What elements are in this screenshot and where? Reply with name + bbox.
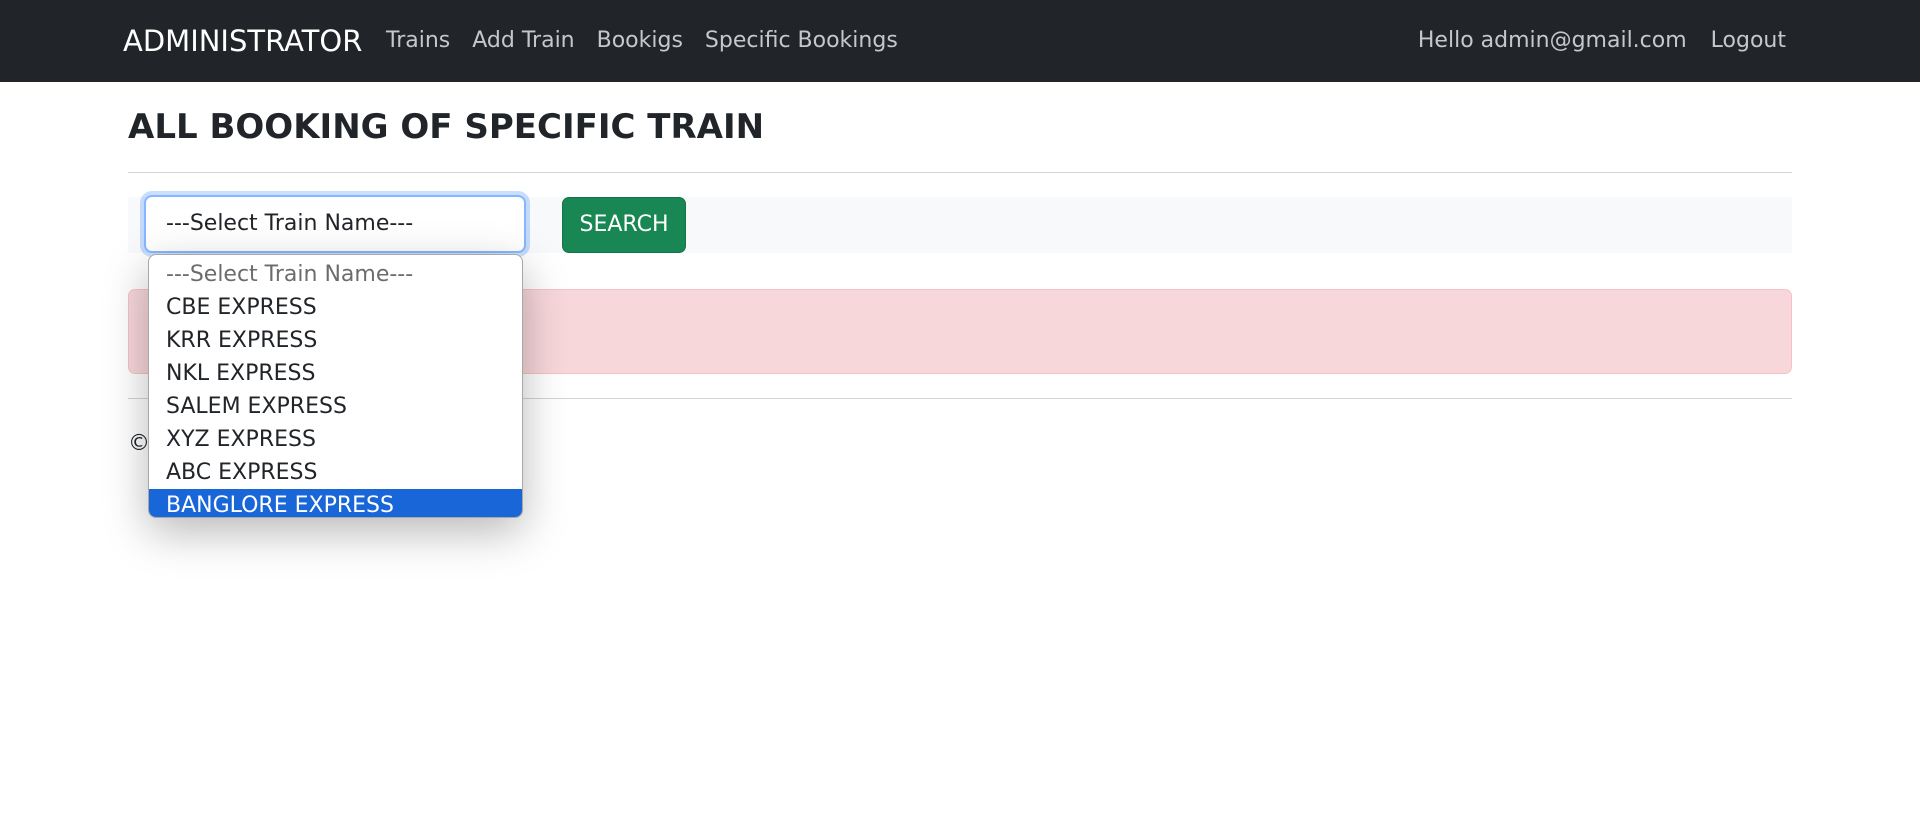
dropdown-option[interactable]: XYZ EXPRESS — [149, 423, 522, 456]
dropdown-option-highlighted[interactable]: BANGLORE EXPRESS — [149, 489, 522, 517]
divider — [128, 172, 1792, 173]
navbar: ADMINISTRATOR Trains Add Train Bookigs S… — [0, 0, 1920, 82]
dropdown-option[interactable]: NKL EXPRESS — [149, 357, 522, 390]
train-select[interactable]: ---Select Train Name--- — [144, 195, 526, 253]
nav-link-add-train[interactable]: Add Train — [472, 26, 574, 56]
nav-user-area: Hello admin@gmail.com Logout — [1418, 26, 1786, 56]
dropdown-option[interactable]: ABC EXPRESS — [149, 456, 522, 489]
train-select-dropdown: ---Select Train Name--- CBE EXPRESS KRR … — [148, 254, 523, 518]
nav-link-specific-bookings[interactable]: Specific Bookings — [705, 26, 898, 56]
user-greeting[interactable]: Hello admin@gmail.com — [1418, 26, 1687, 56]
nav-links: Trains Add Train Bookigs Specific Bookin… — [386, 26, 898, 56]
footer-copyright: © — [128, 431, 150, 456]
dropdown-option[interactable]: KRR EXPRESS — [149, 324, 522, 357]
brand-logo[interactable]: ADMINISTRATOR — [123, 22, 362, 60]
dropdown-option[interactable]: SALEM EXPRESS — [149, 390, 522, 423]
search-button[interactable]: SEARCH — [562, 197, 686, 253]
logout-link[interactable]: Logout — [1711, 26, 1786, 56]
nav-link-trains[interactable]: Trains — [386, 26, 450, 56]
nav-link-bookings[interactable]: Bookigs — [597, 26, 683, 56]
page-title: ALL BOOKING OF SPECIFIC TRAIN — [128, 107, 765, 147]
dropdown-option[interactable]: CBE EXPRESS — [149, 291, 522, 324]
dropdown-option[interactable]: ---Select Train Name--- — [149, 258, 522, 291]
